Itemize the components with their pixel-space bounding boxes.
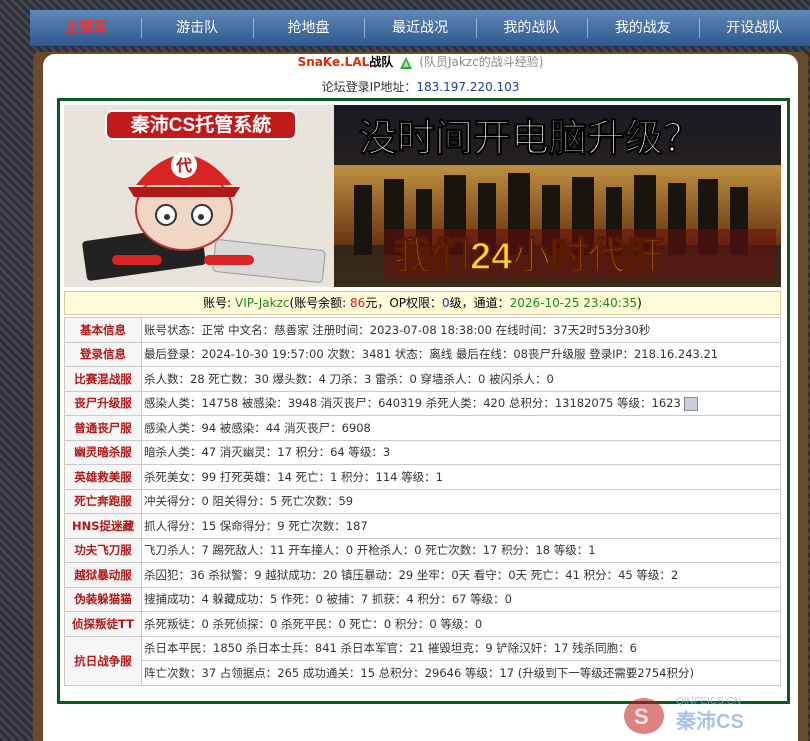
team-name[interactable]: SnaKe.LAL xyxy=(298,55,370,69)
table-row: 功夫飞刀服 飞刀杀人：7 踢死敌人：11 开车撞人：0 开枪杀人：0 死亡次数：1… xyxy=(64,537,781,563)
team-flag-icon xyxy=(399,56,413,70)
table-row: 幽灵暗杀服 暗杀人类：47 消灭幽灵：17 积分：64 等级：3 xyxy=(64,439,781,465)
row-value: 账号状态：正常 中文名：慈善家 注册时间：2023-07-08 18:38:00… xyxy=(141,317,781,343)
site-watermark: S QINPEICS.CN 秦沛CS xyxy=(620,690,806,738)
nav-item-regular-army[interactable]: 正规军 xyxy=(30,10,141,46)
row-label[interactable]: 比赛混战服 xyxy=(64,366,142,392)
op-level: 0 xyxy=(442,296,450,310)
table-row: 阵亡次数：37 占领据点：265 成功通关：15 总积分：29646 等级：17… xyxy=(65,660,781,686)
table-row: 比赛混战服 杀人数：28 死亡数：30 爆头数：4 刀杀：3 雷杀：0 穿墙杀人：… xyxy=(64,366,781,392)
row-value-with-avatar: 感染人类：14758 被感染：3948 消灭丧尸：640319 杀死人类：420… xyxy=(141,390,781,416)
balance-unit: 元，OP权限： xyxy=(365,296,443,310)
table-row: 死亡奔跑服 冲关得分：0 阻关得分：5 死亡次数：59 xyxy=(64,488,781,514)
page-subtitle: (队员Jakzc的战斗经验) xyxy=(419,55,544,69)
team-suffix: 战队 xyxy=(369,55,394,69)
table-row: 侦探叛徒TT 杀死叛徒：0 杀死侦探：0 杀死平民：0 死亡：0 积分：0 等级：… xyxy=(64,611,781,637)
account-balance: 86 xyxy=(350,296,366,310)
table-row: 抗日战争服 杀日本平民：1850 杀日本士兵：841 杀日本军官：21 摧毁坦克：… xyxy=(64,635,781,686)
account-close: ) xyxy=(637,296,642,310)
ip-label: 论坛登录IP地址： xyxy=(321,80,417,94)
row-label[interactable]: 越狱暴动服 xyxy=(64,562,142,588)
watermark-text: 秦沛CS xyxy=(675,709,744,733)
account-label: 账号: xyxy=(203,296,236,310)
account-id: VIP-Jakzc xyxy=(235,296,290,310)
table-row: 越狱暴动服 杀囚犯：36 杀狱警：9 越狱成功：20 镇压暴动：29 坐牢：0天 … xyxy=(64,562,781,588)
main-panel: SnaKe.LAL战队 (队员Jakzc的战斗经验) 论坛登录IP地址：183.… xyxy=(43,54,798,741)
row-label[interactable]: 基本信息 xyxy=(64,317,142,343)
row-value: 杀死美女：99 打死英雄：14 死亡：1 积分：114 等级：1 xyxy=(141,464,781,490)
banner-art: 秦沛CS托管系統 代 没时间开电脑升级？ 我们24小时代肝 xyxy=(64,105,781,287)
row-label[interactable]: 普通丧尸服 xyxy=(64,415,142,441)
svg-text:S: S xyxy=(634,704,649,729)
banner-slogan: 我们24小时代肝 xyxy=(394,236,664,278)
row-label[interactable]: HNS捉迷藏 xyxy=(64,513,142,539)
row-value: 感染人类：14758 被感染：3948 消灭丧尸：640319 杀死人类：420… xyxy=(144,396,681,411)
avatar-icon xyxy=(683,396,698,411)
row-value: 感染人类：94 被感染：44 消灭丧尸：6908 xyxy=(141,415,781,441)
mascot-cap-text: 代 xyxy=(175,156,192,175)
row-value: 抓人得分：15 保命得分：9 死亡次数：187 xyxy=(141,513,781,539)
row-value: 杀日本平民：1850 杀日本士兵：841 杀日本军官：21 摧毁坦克：9 铲除汉… xyxy=(141,635,781,661)
balance-label: (账号余额: xyxy=(289,296,351,310)
row-label[interactable]: 登录信息 xyxy=(64,341,142,367)
forum-ip-line: 论坛登录IP地址：183.197.220.103 xyxy=(43,78,798,95)
row-label[interactable]: 抗日战争服 xyxy=(64,635,142,686)
nav-item-territory[interactable]: 抢地盘 xyxy=(252,10,364,46)
row-value: 暗杀人类：47 消灭幽灵：17 积分：64 等级：3 xyxy=(141,439,781,465)
row-value: 杀囚犯：36 杀狱警：9 越狱成功：20 镇压暴动：29 坐牢：0天 看守：0天… xyxy=(141,562,781,588)
row-value: 飞刀杀人：7 踢死敌人：11 开车撞人：0 开枪杀人：0 死亡次数：17 积分：… xyxy=(141,537,781,563)
table-row: 登录信息 最后登录：2024-10-30 19:57:00 次数：3481 状态：… xyxy=(64,341,781,367)
ip-value: 183.197.220.103 xyxy=(416,80,520,94)
row-value: 搜捕成功：4 躲藏成功：5 作死：0 被捕：7 抓获：4 积分：67 等级：0 xyxy=(141,586,781,612)
banner-logo-text: 秦沛CS托管系統 xyxy=(130,113,271,136)
table-row: 丧尸升级服 感染人类：14758 被感染：3948 消灭丧尸：640319 杀死人… xyxy=(64,390,781,416)
row-label[interactable]: 伪装躲猫猫 xyxy=(64,586,142,612)
page-title: SnaKe.LAL战队 (队员Jakzc的战斗经验) xyxy=(43,54,798,76)
table-row: HNS捉迷藏 抓人得分：15 保命得分：9 死亡次数：187 xyxy=(64,513,781,539)
nav-item-my-comrades[interactable]: 我的战友 xyxy=(587,10,698,46)
nav-item-recent-battles[interactable]: 最近战况 xyxy=(364,10,475,46)
table-row: 基本信息 账号状态：正常 中文名：慈善家 注册时间：2023-07-08 18:3… xyxy=(64,317,781,343)
row-label[interactable]: 英雄救美服 xyxy=(64,464,142,490)
row-value: 杀人数：28 死亡数：30 爆头数：4 刀杀：3 雷杀：0 穿墙杀人：0 被闪杀… xyxy=(141,366,781,392)
account-summary: 账号: VIP-Jakzc(账号余额: 86元，OP权限：0级，通道：2026-… xyxy=(64,291,781,315)
table-row: 普通丧尸服 感染人类：94 被感染：44 消灭丧尸：6908 xyxy=(64,415,781,441)
watermark-url: QINPEICS.CN xyxy=(676,696,741,707)
nav-item-my-team[interactable]: 我的战队 xyxy=(475,10,587,46)
row-value: 杀死叛徒：0 杀死侦探：0 杀死平民：0 死亡：0 积分：0 等级：0 xyxy=(141,611,781,637)
row-value: 阵亡次数：37 占领据点：265 成功通关：15 总积分：29646 等级：17… xyxy=(141,660,781,686)
row-label[interactable]: 丧尸升级服 xyxy=(64,390,142,416)
row-label[interactable]: 幽灵暗杀服 xyxy=(64,439,142,465)
stats-table: 基本信息 账号状态：正常 中文名：慈善家 注册时间：2023-07-08 18:3… xyxy=(64,317,781,686)
row-value: 最后登录：2024-10-30 19:57:00 次数：3481 状态：离线 最… xyxy=(141,341,781,367)
row-label[interactable]: 功夫飞刀服 xyxy=(64,537,142,563)
top-nav: 正规军 游击队 抢地盘 最近战况 我的战队 我的战友 开设战队 xyxy=(30,10,810,47)
table-row: 伪装躲猫猫 搜捕成功：4 躲藏成功：5 作死：0 被捕：7 抓获：4 积分：67 … xyxy=(64,586,781,612)
channel-label: 级，通道： xyxy=(449,296,510,310)
nav-item-create-team[interactable]: 开设战队 xyxy=(698,10,810,46)
row-value: 冲关得分：0 阻关得分：5 死亡次数：59 xyxy=(141,488,781,514)
stats-container: 秦沛CS托管系統 代 没时间开电脑升级？ 我们24小时代肝 账号: VIP-Ja… xyxy=(57,98,790,704)
nav-item-guerrilla[interactable]: 游击队 xyxy=(141,10,252,46)
row-label[interactable]: 侦探叛徒TT xyxy=(64,611,142,637)
row-label[interactable]: 死亡奔跑服 xyxy=(64,488,142,514)
banner-headline: 没时间开电脑升级？ xyxy=(359,118,701,160)
table-row: 英雄救美服 杀死美女：99 打死英雄：14 死亡：1 积分：114 等级：1 xyxy=(64,464,781,490)
channel-time: 2026-10-25 23:40:35 xyxy=(509,296,638,310)
ad-banner[interactable]: 秦沛CS托管系統 代 没时间开电脑升级？ 我们24小时代肝 xyxy=(64,105,781,287)
